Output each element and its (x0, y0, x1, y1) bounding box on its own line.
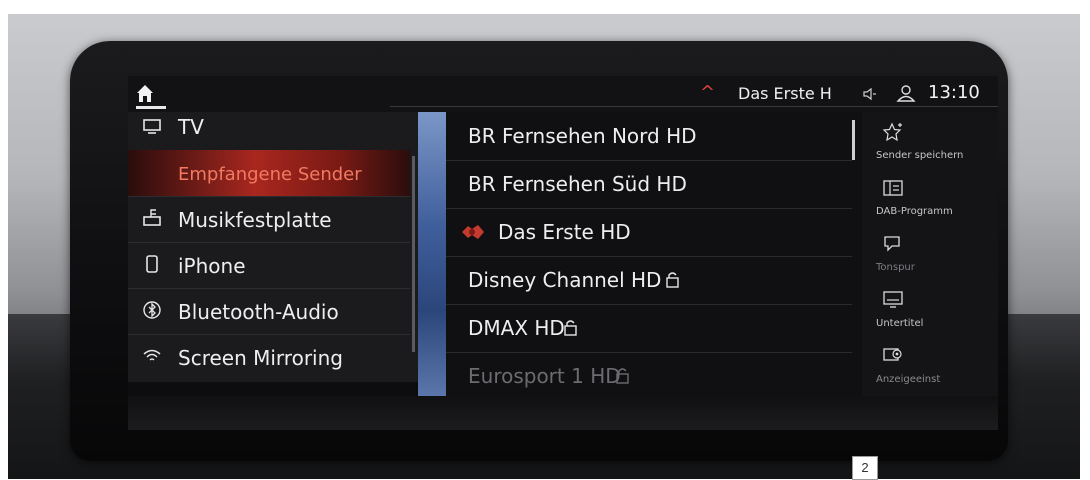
source-item-received-stations[interactable]: Empfangene Sender (128, 150, 410, 197)
option-label: Sender speichern (876, 150, 964, 161)
smartphone-icon (146, 255, 158, 273)
home-underline (136, 106, 166, 109)
option-program-guide[interactable]: DAB-Programm (862, 174, 998, 230)
channel-name: Disney Channel HD (468, 268, 662, 292)
option-save-station[interactable]: Sender speichern (862, 118, 998, 174)
option-audio-track[interactable]: Tonspur (862, 230, 998, 286)
source-item-iphone[interactable]: iPhone (128, 242, 410, 289)
subtitles-icon (883, 291, 903, 308)
source-menu: TV Empfangene Sender Musikfestplatte iPh… (128, 112, 418, 382)
channel-name: Eurosport 1 HD (468, 364, 621, 388)
lock-icon (666, 272, 679, 288)
tv-icon (143, 119, 161, 134)
option-label: Untertitel (876, 318, 924, 329)
channel-row[interactable]: Disney Channel HD (446, 256, 852, 305)
option-label: DAB-Programm (876, 206, 953, 217)
now-playing-icon (462, 225, 484, 239)
top-divider (390, 106, 998, 107)
source-item-label: iPhone (178, 254, 246, 278)
option-subtitles[interactable]: Untertitel (862, 286, 998, 342)
channel-row[interactable]: DMAX HD (446, 304, 852, 353)
channel-row-playing[interactable]: Das Erste HD (446, 208, 852, 257)
bluetooth-icon (143, 301, 161, 319)
source-item-label: Screen Mirroring (178, 346, 343, 370)
music-harddisk-icon (143, 209, 161, 226)
source-item-label: Bluetooth-Audio (178, 300, 339, 324)
infotainment-screen: ^ Das Erste H 13:10 TV Empfangene Sender (128, 76, 998, 396)
clock: 13:10 (928, 82, 980, 103)
chevron-up-icon[interactable]: ^ (700, 82, 715, 103)
option-label: Tonspur (876, 262, 915, 273)
display-bottom-shade (128, 396, 998, 430)
channel-list: BR Fernsehen Nord HD BR Fernsehen Süd HD… (446, 112, 862, 396)
channel-name: Das Erste HD (498, 220, 631, 244)
source-item-label: Musikfestplatte (178, 208, 332, 232)
current-station-label: Das Erste H (738, 84, 832, 103)
channel-name: BR Fernsehen Süd HD (468, 172, 687, 196)
star-plus-icon (882, 122, 902, 142)
background-video-strip (418, 112, 446, 396)
source-item-music-harddisk[interactable]: Musikfestplatte (128, 196, 410, 243)
status-bar: ^ Das Erste H 13:10 (128, 76, 998, 112)
channel-name: BR Fernsehen Nord HD (468, 124, 697, 148)
channel-name: DMAX HD (468, 316, 565, 340)
lock-icon (564, 320, 577, 336)
audio-track-icon (884, 236, 900, 252)
lock-icon (616, 368, 629, 384)
wifi-icon (143, 349, 161, 361)
source-item-label: TV (178, 115, 204, 139)
home-icon[interactable] (136, 84, 154, 104)
display-settings-icon (883, 348, 902, 361)
program-guide-icon (883, 180, 903, 196)
source-menu-scrollbar[interactable] (412, 156, 415, 352)
source-item-label: Empfangene Sender (178, 164, 362, 185)
option-display-settings[interactable]: Anzeigeeinst (862, 342, 998, 396)
annotation-number-label: 2 (852, 456, 878, 480)
speaker-icon (863, 87, 876, 101)
channel-row[interactable]: BR Fernsehen Süd HD (446, 160, 852, 209)
channel-list-scrollbar[interactable] (852, 120, 855, 160)
source-item-bluetooth[interactable]: Bluetooth-Audio (128, 288, 410, 335)
user-profile-icon[interactable] (896, 83, 916, 103)
option-label: Anzeigeeinst (876, 374, 941, 385)
channel-row[interactable]: Eurosport 1 HD (446, 352, 852, 396)
source-item-screen-mirroring[interactable]: Screen Mirroring (128, 334, 410, 380)
options-menu: Sender speichern DAB-Programm Tonspur Un… (862, 112, 998, 396)
channel-row[interactable]: BR Fernsehen Nord HD (446, 112, 852, 161)
